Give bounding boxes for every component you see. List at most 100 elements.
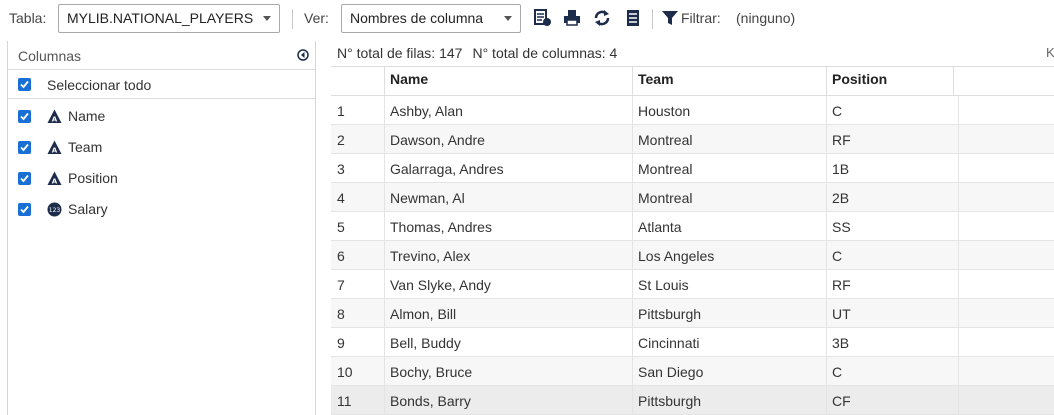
column-item-salary[interactable]: 123 Salary [8,195,308,225]
refresh-icon[interactable] [593,9,613,29]
grid-header-row: Name Team Position [331,66,1054,96]
cell-position: CF [826,386,958,414]
row-number: 8 [337,306,345,322]
cell-empty [958,357,1054,385]
cell-position: 2B [826,183,958,211]
table-row[interactable]: 6 Trevino, Alex Los Angeles C [331,241,1054,270]
chevron-down-icon [504,16,512,21]
columns-panel: Columnas Seleccionar todo A Name A Team … [7,41,316,415]
table-row[interactable]: 5 Thomas, Andres Atlanta SS [331,212,1054,241]
character-type-icon: A [47,140,62,155]
character-type-icon: A [47,109,62,124]
cell-name: Galarraga, Andres [384,154,632,182]
column-item-team[interactable]: A Team [8,133,308,163]
cell-name: Bell, Buddy [384,328,632,356]
total-rows: N° total de filas: 147 [337,45,463,61]
cell-empty [958,270,1054,298]
column-label: Salary [68,201,108,217]
row-number: 4 [337,190,345,206]
column-item-position[interactable]: A Position [8,164,308,194]
cell-name: Ashby, Alan [384,96,632,124]
cell-team: Los Angeles [632,241,826,269]
column-checkbox[interactable] [18,203,31,216]
cell-name: Thomas, Andres [384,212,632,240]
cell-name: Trevino, Alex [384,241,632,269]
select-all-checkbox[interactable] [18,78,31,91]
cell-name: Bochy, Bruce [384,357,632,385]
cell-empty [958,96,1054,124]
table-row[interactable]: 10 Bochy, Bruce San Diego C [331,357,1054,386]
cell-name: Dawson, Andre [384,125,632,153]
column-header-position[interactable]: Position [826,67,953,96]
chevron-down-icon [263,16,271,21]
cell-team: Montreal [632,125,826,153]
cell-position: RF [826,270,958,298]
column-label: Name [68,108,106,124]
row-number: 7 [337,277,345,293]
row-number: 3 [337,161,345,177]
select-all-row[interactable]: Seleccionar todo [8,69,315,99]
column-item-name[interactable]: A Name [8,102,308,132]
column-checkbox[interactable] [18,110,31,123]
table-select-value: MYLIB.NATIONAL_PLAYERS [67,10,254,26]
column-header-team[interactable]: Team [632,67,826,96]
cell-empty [958,299,1054,327]
cell-team: Houston [632,96,826,124]
cell-empty [958,212,1054,240]
toolbar-separator [292,9,293,29]
cell-position: UT [826,299,958,327]
cell-position: 3B [826,328,958,356]
column-header-empty [953,67,1054,96]
svg-text:A: A [52,178,58,186]
table-row[interactable]: 8 Almon, Bill Pittsburgh UT [331,299,1054,328]
columns-panel-title: Columnas [18,48,82,64]
column-label: Team [68,139,103,155]
cell-position: RF [826,125,958,153]
data-grid: Name Team Position 1 Ashby, Alan Houston C 2… [331,66,1054,415]
table-select[interactable]: MYLIB.NATIONAL_PLAYERS [58,4,280,33]
cell-empty [958,125,1054,153]
row-number: 9 [337,335,345,351]
table-row[interactable]: 9 Bell, Buddy Cincinnati 3B [331,328,1054,357]
column-checkbox[interactable] [18,141,31,154]
cell-position: C [826,241,958,269]
cell-position: C [826,96,958,124]
view-select[interactable]: Nombres de columna [341,4,521,33]
filter-label[interactable]: Filtrar: [681,10,721,26]
row-number: 6 [337,248,345,264]
filter-value: (ninguno) [736,10,796,26]
character-type-icon: A [47,171,62,186]
column-checkbox[interactable] [18,172,31,185]
table-properties-icon[interactable] [534,9,554,29]
numeric-badge-text: 123 [49,207,61,214]
svg-text:A: A [52,147,58,155]
cell-empty [958,183,1054,211]
total-columns: N° total de columnas: 4 [472,45,618,61]
cell-name: Almon, Bill [384,299,632,327]
table-row[interactable]: 3 Galarraga, Andres Montreal 1B [331,154,1054,183]
collapse-panel-icon[interactable] [297,48,309,61]
table-row[interactable]: 2 Dawson, Andre Montreal RF [331,125,1054,154]
svg-text:A: A [52,116,58,124]
row-number: 1 [337,103,345,119]
cell-team: Pittsburgh [632,386,826,414]
cell-team: St Louis [632,270,826,298]
print-icon[interactable] [563,9,583,29]
table-row[interactable]: 7 Van Slyke, Andy St Louis RF [331,270,1054,299]
cell-team: Atlanta [632,212,826,240]
column-list-icon[interactable] [624,9,644,29]
cell-name: Van Slyke, Andy [384,270,632,298]
column-header-name[interactable]: Name [384,67,632,96]
filter-icon[interactable] [661,9,681,29]
cell-team: Pittsburgh [632,299,826,327]
table-row[interactable]: 11 Bonds, Barry Pittsburgh CF [331,386,1054,415]
toolbar: Tabla: MYLIB.NATIONAL_PLAYERS Ver: Nombr… [0,0,1054,38]
table-row[interactable]: 4 Newman, Al Montreal 2B [331,183,1054,212]
cell-empty [958,328,1054,356]
cell-empty [958,154,1054,182]
row-number: 2 [337,132,345,148]
row-number: 10 [337,364,353,380]
table-row[interactable]: 1 Ashby, Alan Houston C [331,96,1054,125]
table-label: Tabla: [9,10,47,26]
cell-team: Montreal [632,154,826,182]
